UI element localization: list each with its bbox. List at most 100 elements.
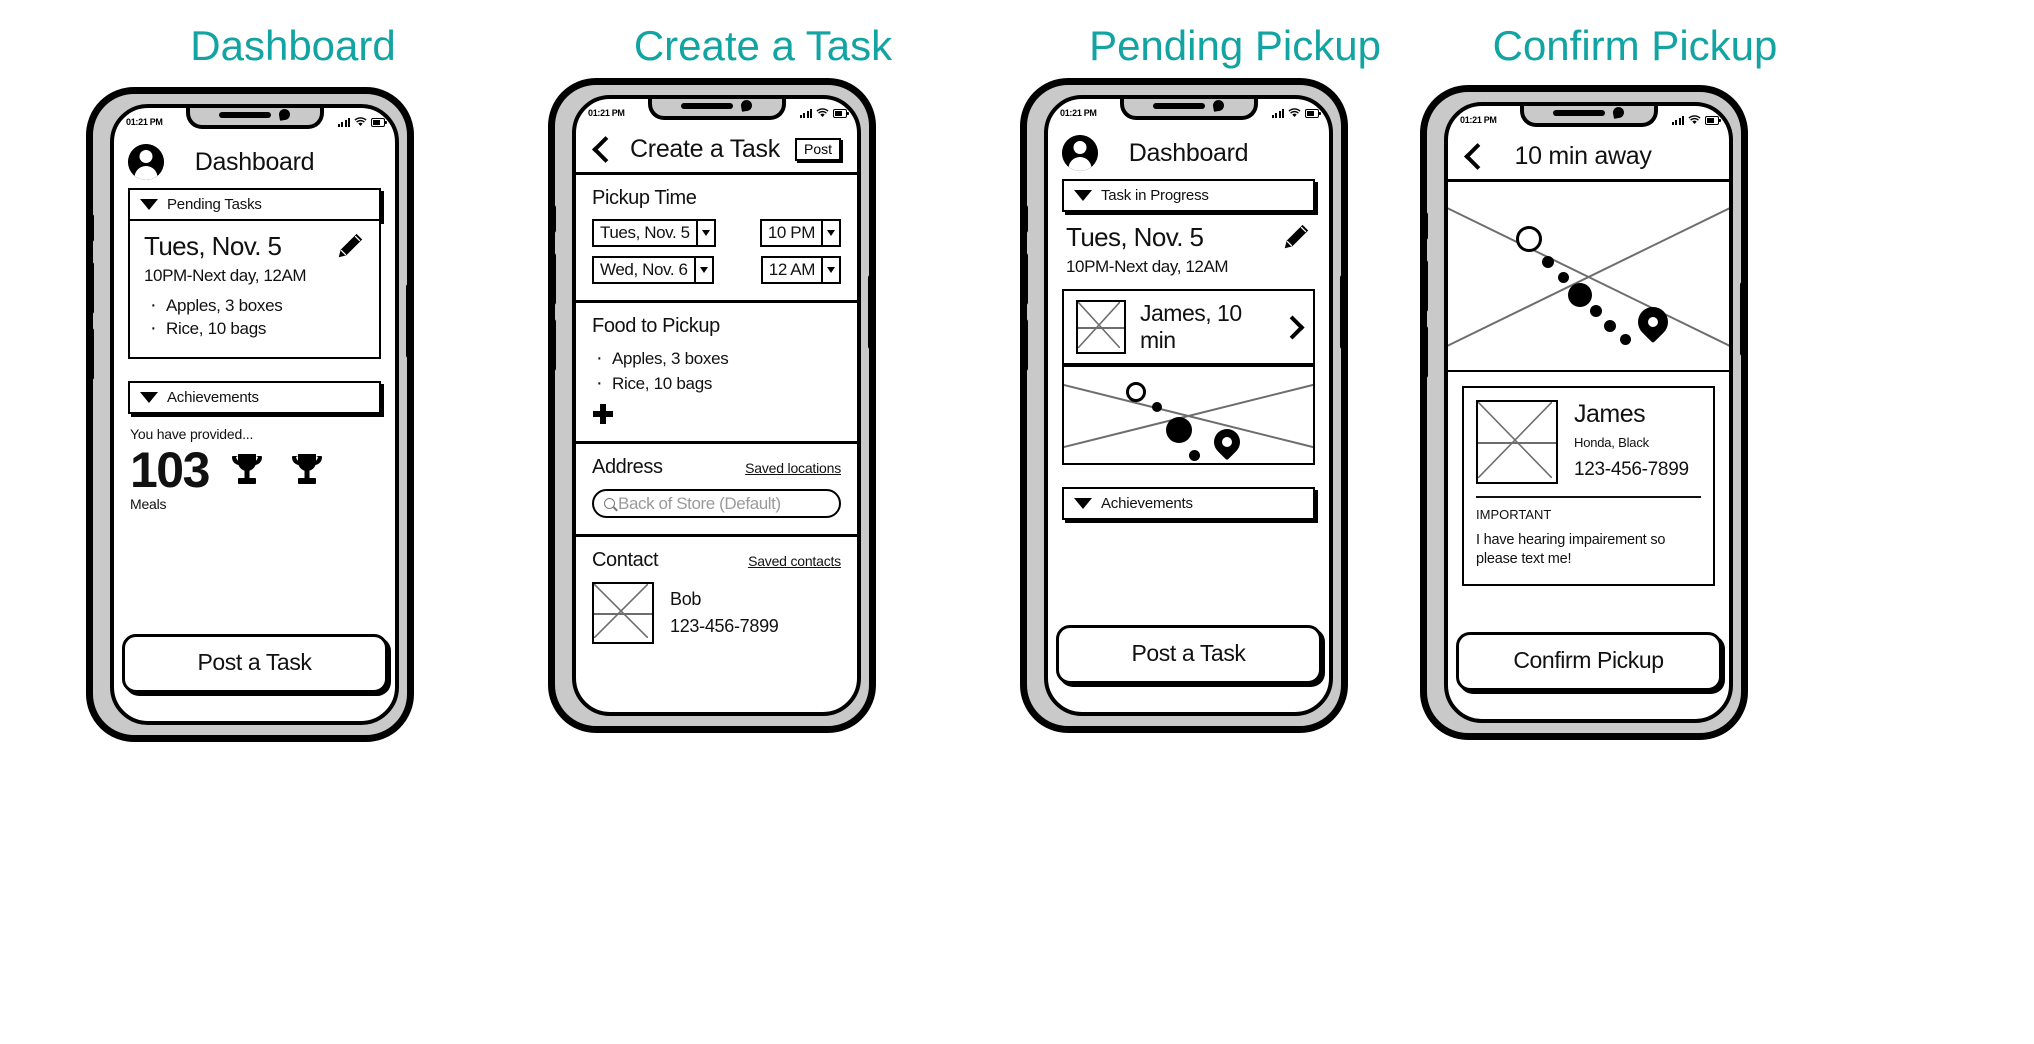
driver-info-top: James Honda, Black 123-456-7899 <box>1476 400 1701 484</box>
task-time-range: 10PM-Next day, 12AM <box>144 266 307 285</box>
contact-header: Contact Saved contacts <box>592 549 841 572</box>
front-camera-icon <box>1612 106 1625 119</box>
task-time-range: 10PM-Next day, 12AM <box>1066 257 1229 276</box>
phone-power-button[interactable] <box>406 284 411 358</box>
screen-body: Dashboard Pending Tasks Tues, Nov. 5 10P… <box>114 108 395 721</box>
user-avatar-icon[interactable] <box>128 144 164 180</box>
map-placeholder[interactable] <box>1062 365 1315 465</box>
list-item: Apples, 3 boxes <box>144 292 365 320</box>
confirm-pickup-button[interactable]: Confirm Pickup <box>1455 632 1722 691</box>
address-placeholder: Back of Store (Default) <box>618 493 781 513</box>
contact-row[interactable]: Bob 123-456-7899 <box>592 582 841 645</box>
front-camera-icon <box>1212 99 1225 112</box>
screen-caption-confirm-pickup: Confirm Pickup <box>1492 22 1778 69</box>
start-date-select[interactable]: Tues, Nov. 5 <box>592 219 716 247</box>
map-placeholder[interactable] <box>1448 182 1729 372</box>
achievements-section-header[interactable]: Achievements <box>128 380 381 414</box>
phone-screen-dashboard: 01:21 PM Dashboard Pending Tasks Tues, N… <box>110 104 399 725</box>
phone-power-button[interactable] <box>1740 282 1745 356</box>
address-search-input[interactable]: Back of Store (Default) <box>592 489 841 519</box>
battery-icon <box>1305 109 1322 118</box>
speaker-grille-icon <box>219 111 271 118</box>
phone-mute-switch[interactable] <box>89 214 94 242</box>
wifi-icon <box>354 117 367 126</box>
trophy-icon <box>291 454 322 485</box>
cta-area: Post a Task <box>1048 625 1329 712</box>
pencil-icon[interactable] <box>1281 222 1311 252</box>
route-dot-icon <box>1152 402 1162 412</box>
post-button[interactable]: Post <box>794 138 841 161</box>
pending-tasks-section-header[interactable]: Pending Tasks <box>128 188 381 221</box>
start-date-value: Tues, Nov. 5 <box>600 223 690 242</box>
end-date-select[interactable]: Wed, Nov. 6 <box>592 256 714 284</box>
pickup-end-row: Wed, Nov. 6 12 AM <box>592 256 841 284</box>
driver-info-text: James Honda, Black 123-456-7899 <box>1574 400 1689 481</box>
achievements-stats: 103 <box>114 442 395 497</box>
current-location-icon <box>1568 283 1592 307</box>
phone-volume-down-button[interactable] <box>1023 319 1028 371</box>
task-in-progress-section-header[interactable]: Task in Progress <box>1062 179 1315 212</box>
phone-mute-switch[interactable] <box>1423 212 1428 240</box>
user-avatar-icon[interactable] <box>1062 135 1098 171</box>
pickup-time-title: Pickup Time <box>592 187 697 209</box>
phone-notch <box>1519 106 1658 127</box>
phone-mute-switch[interactable] <box>1023 205 1028 233</box>
end-time-select[interactable]: 12 AM <box>760 256 841 284</box>
phone-volume-down-button[interactable] <box>89 328 94 380</box>
map-pin-icon <box>1631 300 1675 344</box>
pencil-icon[interactable] <box>335 231 365 261</box>
chevron-left-icon[interactable] <box>592 136 619 163</box>
phone-volume-up-button[interactable] <box>1423 260 1428 312</box>
task-card-header: Tues, Nov. 5 <box>144 231 365 262</box>
phone-power-button[interactable] <box>1340 275 1345 349</box>
phone-volume-down-button[interactable] <box>551 319 556 371</box>
phone-frame-create-task: 01:21 PM Create a Task Post Pickup Time … <box>548 78 876 733</box>
plus-icon[interactable] <box>592 403 614 425</box>
status-time: 01:21 PM <box>1060 108 1097 118</box>
front-camera-icon <box>740 99 753 112</box>
route-dot-icon <box>1558 272 1569 283</box>
phone-volume-down-button[interactable] <box>1423 326 1428 378</box>
important-note: I have hearing impairement so please tex… <box>1476 531 1666 568</box>
chevron-down-icon[interactable] <box>695 221 714 245</box>
speaker-grille-icon <box>1553 109 1605 116</box>
food-to-pickup-section: Food to Pickup Apples, 3 boxes Rice, 10 … <box>576 303 857 445</box>
chevron-right-icon[interactable] <box>1280 314 1305 340</box>
post-a-task-button[interactable]: Post a Task <box>1055 625 1322 684</box>
saved-contacts-link[interactable]: Saved contacts <box>748 553 841 569</box>
route-dot-icon <box>1590 305 1602 317</box>
phone-frame-confirm-pickup: 01:21 PM 10 min away James Honda, Black … <box>1420 85 1748 740</box>
meals-label: Meals <box>130 496 167 513</box>
chevron-down-icon[interactable] <box>821 221 839 245</box>
phone-volume-up-button[interactable] <box>551 253 556 305</box>
phone-volume-up-button[interactable] <box>89 262 94 314</box>
phone-power-button[interactable] <box>868 275 873 349</box>
app-bar: Create a Task Post <box>576 129 857 175</box>
task-date: Tues, Nov. 5 <box>1066 222 1204 252</box>
achievements-section-header[interactable]: Achievements <box>1062 487 1315 520</box>
driver-label: James, 10 min <box>1140 300 1242 353</box>
route-origin-icon <box>1126 382 1146 402</box>
food-item-list: Apples, 3 boxes Rice, 10 bags <box>592 344 841 397</box>
contact-title: Contact <box>592 549 659 572</box>
post-a-task-button[interactable]: Post a Task <box>121 634 388 693</box>
task-item-list: Apples, 3 boxes Rice, 10 bags <box>144 292 365 344</box>
phone-mute-switch[interactable] <box>551 205 556 233</box>
speaker-grille-icon <box>681 102 733 109</box>
start-time-select[interactable]: 10 PM <box>759 219 841 247</box>
cellular-signal-icon <box>338 117 350 127</box>
contact-details: Bob 123-456-7899 <box>670 589 779 637</box>
meals-count: 103 <box>130 441 210 498</box>
driver-row[interactable]: James, 10 min <box>1062 289 1315 365</box>
chevron-down-icon[interactable] <box>821 258 839 282</box>
screen-body: 10 min away James Honda, Black 123-456-7… <box>1448 106 1729 719</box>
route-dot-icon <box>1542 256 1554 268</box>
pending-task-card[interactable]: Tues, Nov. 5 10PM-Next day, 12AM Apples,… <box>128 221 381 359</box>
task-date: Tues, Nov. 5 <box>144 231 282 261</box>
map-diagonal-line <box>1448 202 1729 352</box>
chevron-down-icon[interactable] <box>693 258 712 282</box>
phone-volume-up-button[interactable] <box>1023 253 1028 305</box>
saved-locations-link[interactable]: Saved locations <box>745 460 841 476</box>
phone-frame-dashboard: 01:21 PM Dashboard Pending Tasks Tues, N… <box>86 87 414 742</box>
driver-phone[interactable]: 123-456-7899 <box>1574 459 1689 481</box>
